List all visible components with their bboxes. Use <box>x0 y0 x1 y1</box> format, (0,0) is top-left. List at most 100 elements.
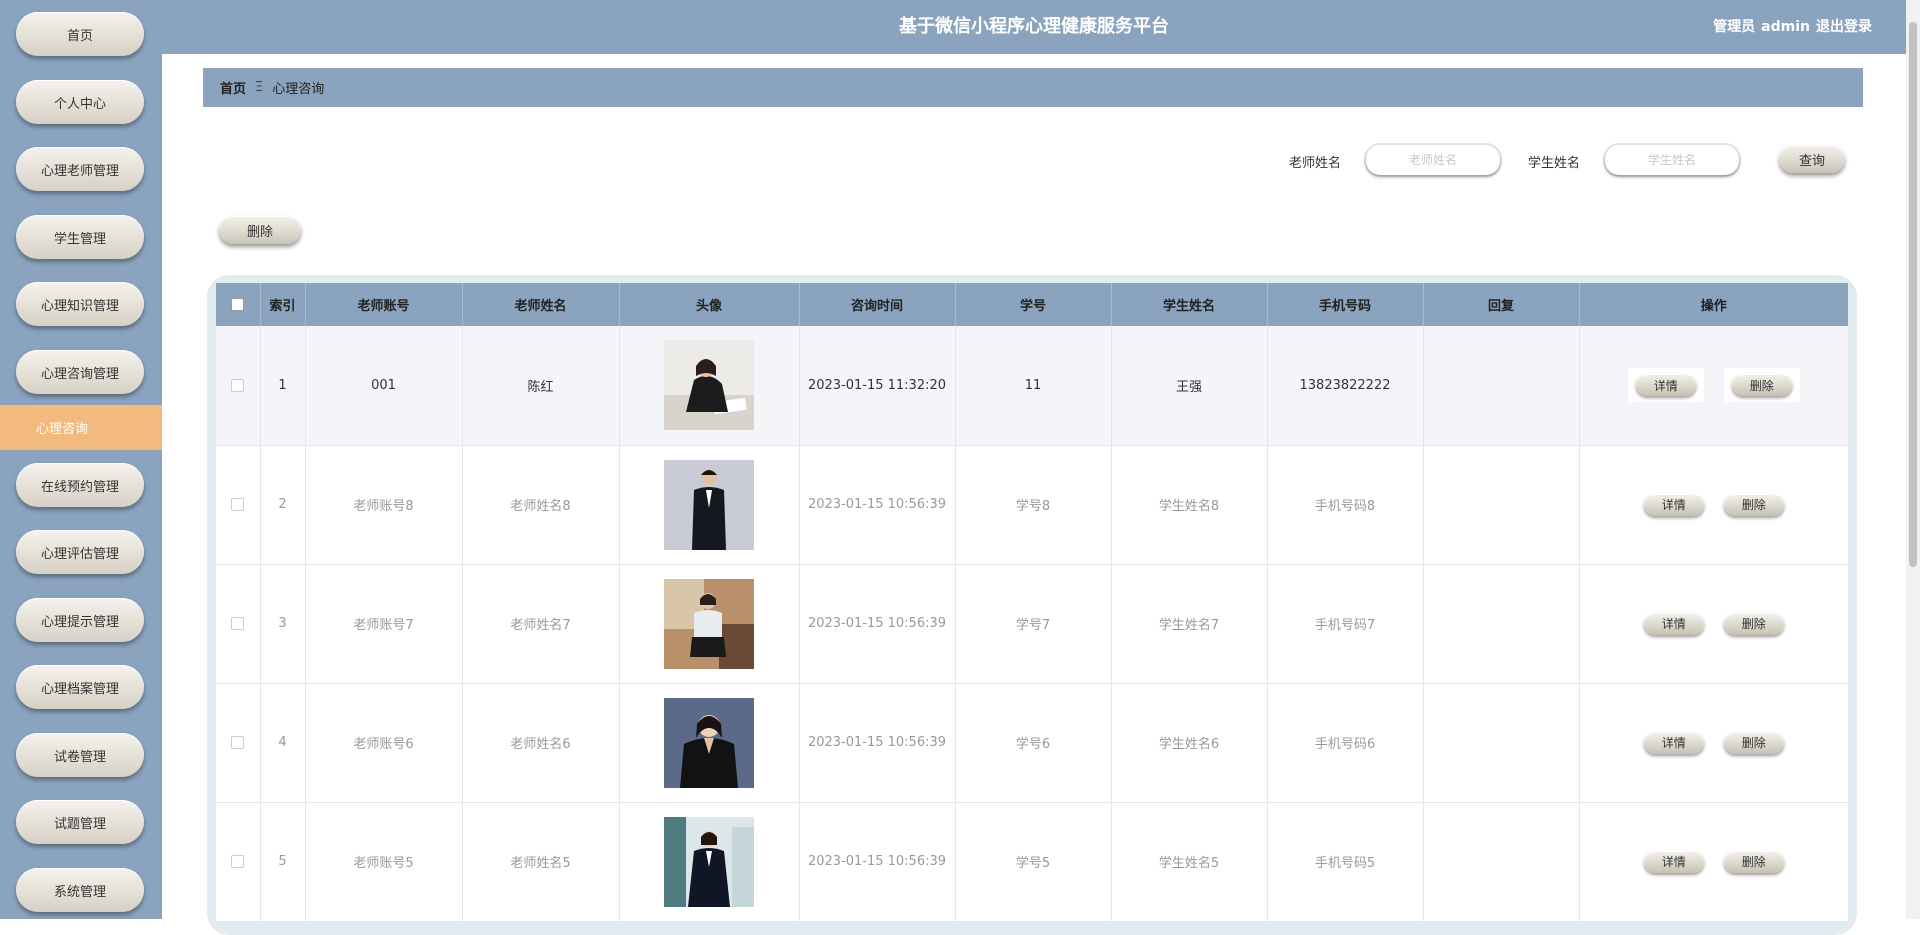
select-all-cell <box>216 283 261 326</box>
detail-button[interactable]: 详情 <box>1643 612 1704 635</box>
cell-avatar <box>619 564 800 683</box>
cell-teacher-name: 老师姓名7 <box>462 564 620 683</box>
row-checkbox[interactable] <box>231 855 245 868</box>
avatar-image <box>664 459 754 550</box>
scrollbar-thumb[interactable] <box>1909 22 1917 567</box>
cell-consult-time: 2023-01-15 11:32:20 <box>799 326 956 445</box>
column-header-teacher-name: 老师姓名 <box>462 283 620 326</box>
detail-button[interactable]: 详情 <box>1643 493 1704 516</box>
sidebar-item-paper-management[interactable]: 试卷管理 <box>16 733 144 777</box>
table-row: 3 老师账号7 老师姓名7 2023-01-15 10:56:39 学号7 学生… <box>216 564 1848 683</box>
breadcrumb: 首页 Ξ 心理咨询 <box>203 68 1863 107</box>
cell-teacher-name: 陈红 <box>462 326 620 445</box>
column-header-actions: 操作 <box>1700 299 1727 314</box>
cell-teacher-account: 001 <box>305 326 463 445</box>
row-checkbox[interactable] <box>231 736 245 749</box>
consultation-table: 索引 老师账号 老师姓名 头像 咨询时间 学号 学生姓名 手机号码 回复 操作 … <box>216 283 1848 922</box>
sidebar-item-home[interactable]: 首页 <box>16 12 144 56</box>
sidebar-item-teacher-management[interactable]: 心理老师管理 <box>16 147 144 191</box>
cell-student-no: 学号5 <box>955 802 1112 921</box>
sidebar-item-consultation-management[interactable]: 心理咨询管理 <box>16 350 144 394</box>
cell-student-name: 学生姓名8 <box>1111 445 1268 564</box>
row-checkbox[interactable] <box>231 498 245 511</box>
cell-student-no: 学号8 <box>955 445 1112 564</box>
cell-reply <box>1423 445 1580 564</box>
delete-button[interactable]: 删除 <box>1723 493 1784 516</box>
delete-button[interactable]: 删除 <box>1731 374 1792 397</box>
app-title: 基于微信小程序心理健康服务平台 <box>899 16 1169 37</box>
cell-index: 1 <box>260 326 306 445</box>
cell-reply <box>1423 326 1580 445</box>
sidebar-item-question-management[interactable]: 试题管理 <box>16 800 144 844</box>
sidebar: 首页 个人中心 心理老师管理 学生管理 心理知识管理 心理咨询管理 心理咨询 在… <box>0 0 162 919</box>
avatar-image <box>664 816 754 907</box>
sidebar-item-student-management[interactable]: 学生管理 <box>16 215 144 259</box>
select-all-checkbox[interactable] <box>231 298 245 311</box>
cell-actions: 详情 删除 <box>1579 564 1848 683</box>
top-header: 基于微信小程序心理健康服务平台 管理员 admin 退出登录 <box>162 0 1906 54</box>
sidebar-item-archive-management[interactable]: 心理档案管理 <box>16 665 144 709</box>
cell-index: 5 <box>260 802 306 921</box>
cell-actions: 详情 删除 <box>1579 802 1848 921</box>
table-row: 2 老师账号8 老师姓名8 2023-01-15 10:56:39 学号8 学生… <box>216 445 1848 564</box>
breadcrumb-home[interactable]: 首页 <box>220 78 246 97</box>
page-scrollbar[interactable] <box>1906 0 1920 919</box>
query-button[interactable]: 查询 <box>1779 145 1845 173</box>
table-header-row: 索引 老师账号 老师姓名 头像 咨询时间 学号 学生姓名 手机号码 回复 操作 <box>216 283 1848 326</box>
delete-button[interactable]: 删除 <box>1723 850 1784 873</box>
detail-button[interactable]: 详情 <box>1643 731 1704 754</box>
cell-student-name: 学生姓名5 <box>1111 802 1268 921</box>
cell-index: 3 <box>260 564 306 683</box>
cell-consult-time: 2023-01-15 10:56:39 <box>799 802 956 921</box>
delete-button[interactable]: 删除 <box>1723 731 1784 754</box>
cell-student-name: 学生姓名6 <box>1111 683 1268 802</box>
cell-avatar <box>619 802 800 921</box>
sidebar-item-knowledge-management[interactable]: 心理知识管理 <box>16 282 144 326</box>
delete-button[interactable]: 删除 <box>1723 612 1784 635</box>
cell-actions: 详情 删除 <box>1579 445 1848 564</box>
column-header-index: 索引 <box>260 283 306 326</box>
row-checkbox[interactable] <box>231 378 245 392</box>
bulk-delete-button[interactable]: 删除 <box>219 216 301 244</box>
table-row: 4 老师账号6 老师姓名6 2023-01-15 10:56:39 学号6 学生… <box>216 683 1848 802</box>
cell-consult-time: 2023-01-15 10:56:39 <box>799 564 956 683</box>
cell-actions: 详情 删除 <box>1579 326 1848 445</box>
user-info: 管理员 admin 退出登录 <box>1707 0 1872 54</box>
table-row: 1 001 陈红 2023-01-15 11:32:20 11 王强 13823… <box>216 326 1848 445</box>
logout-link[interactable]: 退出登录 <box>1816 19 1872 35</box>
student-name-input[interactable] <box>1605 145 1739 175</box>
student-name-label: 学生姓名 <box>1528 156 1581 171</box>
cell-phone: 手机号码8 <box>1267 445 1424 564</box>
cell-teacher-account: 老师账号8 <box>305 445 463 564</box>
table-row: 5 老师账号5 老师姓名5 2023-01-15 10:56:39 学号5 学生… <box>216 802 1848 921</box>
cell-teacher-account: 老师账号5 <box>305 802 463 921</box>
teacher-name-input[interactable] <box>1366 145 1500 175</box>
cell-teacher-name: 老师姓名5 <box>462 802 620 921</box>
cell-reply <box>1423 683 1580 802</box>
user-role: 管理员 <box>1713 19 1756 35</box>
cell-teacher-name: 老师姓名6 <box>462 683 620 802</box>
cell-avatar <box>619 326 800 445</box>
breadcrumb-separator-icon: Ξ <box>255 80 264 95</box>
detail-button[interactable]: 详情 <box>1635 374 1696 397</box>
sidebar-item-profile[interactable]: 个人中心 <box>16 80 144 124</box>
column-header-teacher-account: 老师账号 <box>305 283 463 326</box>
sidebar-item-assessment-management[interactable]: 心理评估管理 <box>16 530 144 574</box>
cell-phone: 手机号码7 <box>1267 564 1424 683</box>
cell-phone: 手机号码5 <box>1267 802 1424 921</box>
cell-teacher-name: 老师姓名8 <box>462 445 620 564</box>
sidebar-subitem-consultation[interactable]: 心理咨询 <box>0 405 162 450</box>
column-header-student-name: 学生姓名 <box>1111 283 1268 326</box>
cell-avatar <box>619 683 800 802</box>
cell-index: 4 <box>260 683 306 802</box>
column-header-phone: 手机号码 <box>1267 283 1424 326</box>
cell-student-name: 学生姓名7 <box>1111 564 1268 683</box>
detail-button[interactable]: 详情 <box>1643 850 1704 873</box>
sidebar-item-tips-management[interactable]: 心理提示管理 <box>16 598 144 642</box>
sidebar-item-appointment-management[interactable]: 在线预约管理 <box>16 463 144 507</box>
row-checkbox[interactable] <box>231 617 245 630</box>
cell-student-name: 王强 <box>1111 326 1268 445</box>
avatar-image <box>664 697 754 788</box>
sidebar-item-system-management[interactable]: 系统管理 <box>16 868 144 912</box>
avatar-image <box>664 578 754 669</box>
